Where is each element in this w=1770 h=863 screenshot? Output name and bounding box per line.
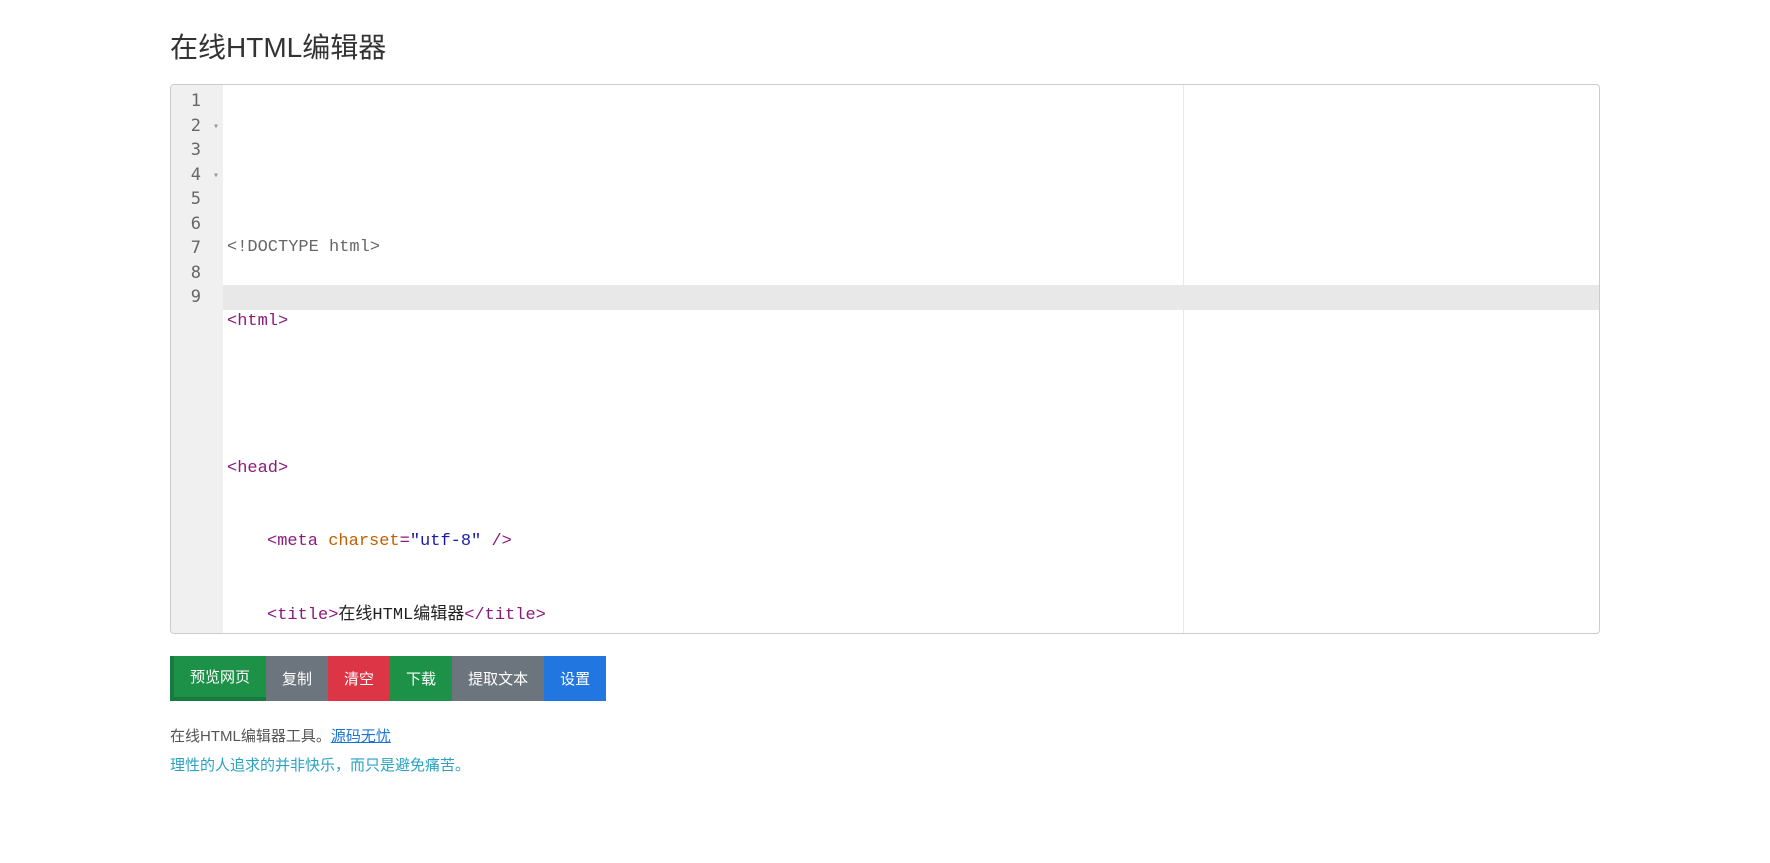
line-number: 7 [179, 236, 201, 261]
line-number: 6 [179, 212, 201, 237]
footer-quote: 理性的人追求的并非快乐，而只是避免痛苦。 [170, 752, 1600, 781]
line-number: 9 [179, 285, 201, 310]
code-line: <!DOCTYPE html> [227, 236, 1595, 261]
code-editor[interactable]: 1 2 3 4 5 6 7 8 9 <!DOCTYPE html> [170, 84, 1600, 634]
settings-button[interactable]: 设置 [544, 656, 606, 701]
fold-gutter [209, 85, 223, 633]
code-line: <title>在线HTML编辑器</title> [227, 604, 1595, 629]
toolbar: 预览网页 复制 清空 下载 提取文本 设置 [170, 656, 1600, 701]
line-number-gutter: 1 2 3 4 5 6 7 8 9 [171, 85, 209, 633]
fold-arrow-icon[interactable] [209, 163, 223, 188]
footer-desc-text: 在线HTML编辑器工具。 [170, 728, 331, 745]
preview-button[interactable]: 预览网页 [170, 656, 266, 701]
line-number: 2 [179, 114, 201, 139]
page-title: 在线HTML编辑器 [170, 26, 1600, 66]
line-number: 5 [179, 187, 201, 212]
code-line: <meta charset="utf-8" /> [227, 530, 1595, 555]
source-link[interactable]: 源码无忧 [331, 728, 391, 745]
copy-button[interactable]: 复制 [266, 656, 328, 701]
code-content-area[interactable]: <!DOCTYPE html> <html> <head> <meta char… [223, 85, 1599, 633]
line-number: 1 [179, 89, 201, 114]
clear-button[interactable]: 清空 [328, 656, 390, 701]
code-line [227, 383, 1595, 408]
fold-arrow-icon[interactable] [209, 114, 223, 139]
extract-text-button[interactable]: 提取文本 [452, 656, 544, 701]
download-button[interactable]: 下载 [390, 656, 452, 701]
footer-description: 在线HTML编辑器工具。源码无忧 [170, 723, 1600, 752]
code-line: <head> [227, 457, 1595, 482]
line-number: 8 [179, 261, 201, 286]
code-line: <html> [227, 310, 1595, 335]
line-number: 3 [179, 138, 201, 163]
line-number: 4 [179, 163, 201, 188]
